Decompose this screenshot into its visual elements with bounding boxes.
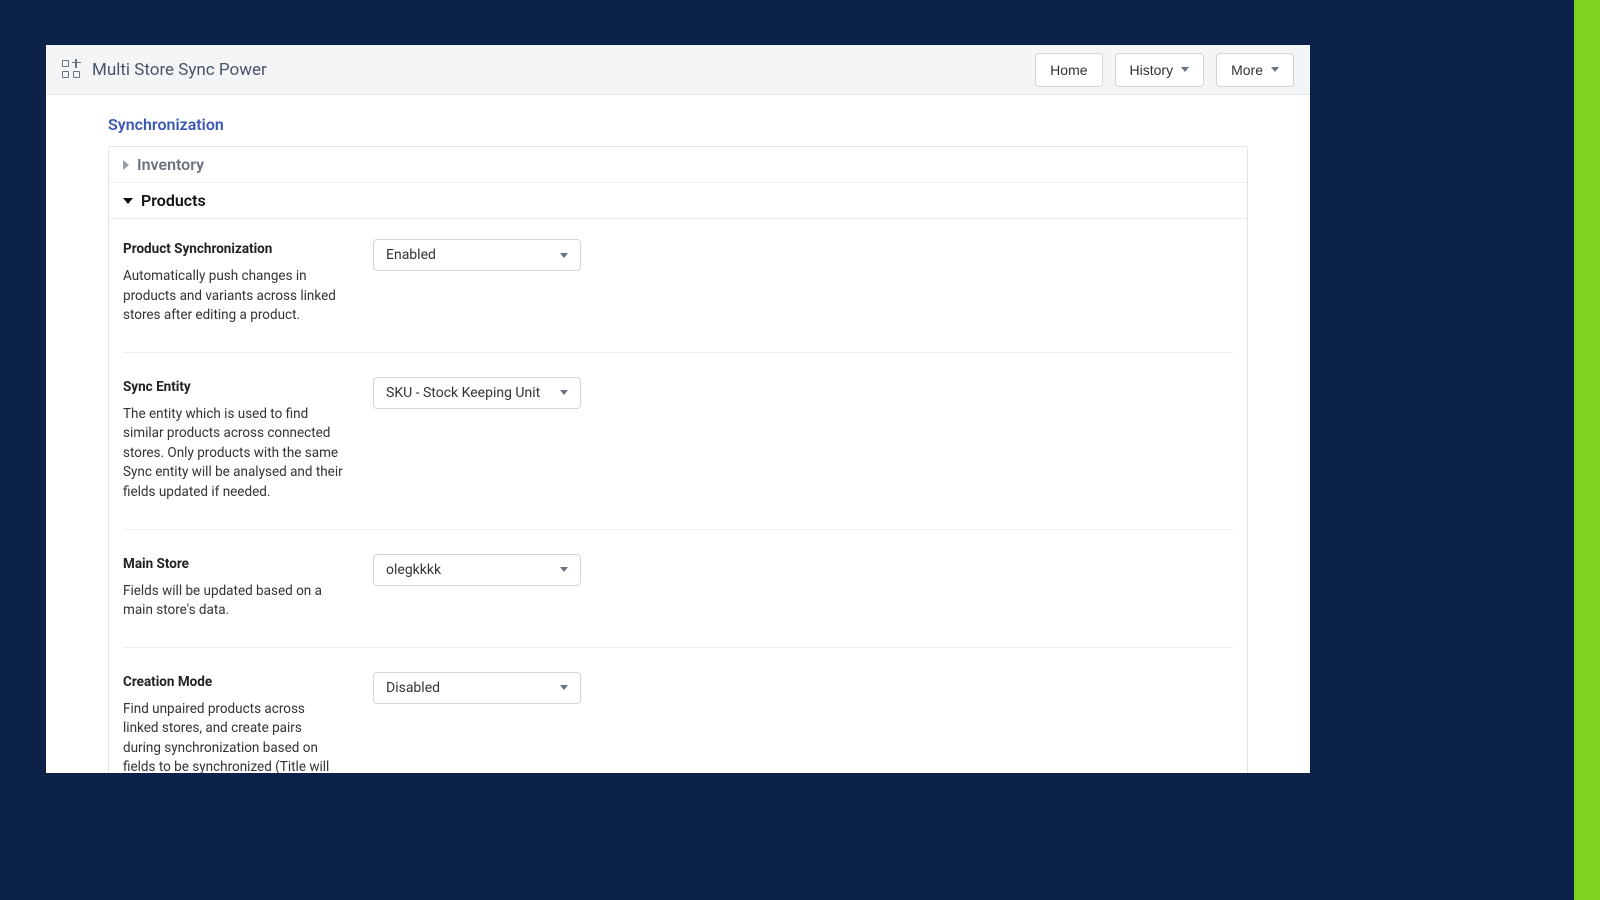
topbar: Multi Store Sync Power Home History More: [46, 45, 1310, 95]
sync-entity-select[interactable]: SKU - Stock Keeping Unit: [373, 377, 581, 409]
chevron-down-icon: [1181, 67, 1189, 72]
setting-main-store-desc: Fields will be updated based on a main s…: [123, 582, 343, 621]
apps-grid-icon: [62, 60, 82, 80]
topbar-actions: Home History More: [1035, 53, 1294, 87]
chevron-down-icon: [560, 253, 568, 258]
chevron-down-icon: [560, 390, 568, 395]
setting-sync-entity: Sync Entity The entity which is used to …: [123, 353, 1233, 530]
more-button[interactable]: More: [1216, 53, 1294, 87]
setting-sync-entity-desc: The entity which is used to find similar…: [123, 405, 343, 503]
creation-mode-select[interactable]: Disabled: [373, 672, 581, 704]
home-button[interactable]: Home: [1035, 53, 1102, 87]
app-title: Multi Store Sync Power: [92, 60, 267, 80]
page-title: Synchronization: [108, 115, 1248, 134]
history-button-label: History: [1130, 62, 1174, 78]
chevron-right-icon: [123, 160, 129, 170]
setting-creation-mode-desc: Find unpaired products across linked sto…: [123, 700, 343, 773]
settings-panel: Inventory Products Product Synchronizati…: [108, 146, 1248, 773]
page-accent-stripe: [1574, 0, 1600, 900]
history-button[interactable]: History: [1115, 53, 1205, 87]
setting-creation-mode: Creation Mode Find unpaired products acr…: [123, 648, 1233, 773]
setting-creation-mode-title: Creation Mode: [123, 674, 343, 690]
section-products-body: Product Synchronization Automatically pu…: [109, 219, 1247, 773]
section-products-label: Products: [141, 191, 206, 210]
section-inventory-label: Inventory: [137, 155, 204, 174]
setting-main-store: Main Store Fields will be updated based …: [123, 530, 1233, 648]
creation-mode-select-value: Disabled: [386, 680, 440, 696]
chevron-down-icon: [560, 685, 568, 690]
chevron-down-icon: [560, 567, 568, 572]
home-button-label: Home: [1050, 62, 1087, 78]
main-store-select-value: olegkkkk: [386, 562, 441, 578]
content-area: Synchronization Inventory Products Produ…: [46, 95, 1310, 773]
sync-entity-select-value: SKU - Stock Keeping Unit: [386, 385, 540, 401]
topbar-brand: Multi Store Sync Power: [62, 60, 267, 80]
app-window: Multi Store Sync Power Home History More…: [46, 45, 1310, 773]
setting-product-sync-desc: Automatically push changes in products a…: [123, 267, 343, 326]
setting-product-sync-title: Product Synchronization: [123, 241, 343, 257]
main-store-select[interactable]: olegkkkk: [373, 554, 581, 586]
product-sync-select[interactable]: Enabled: [373, 239, 581, 271]
section-products-header[interactable]: Products: [109, 183, 1247, 219]
chevron-down-icon: [123, 198, 133, 204]
more-button-label: More: [1231, 62, 1263, 78]
chevron-down-icon: [1271, 67, 1279, 72]
product-sync-select-value: Enabled: [386, 247, 436, 263]
setting-main-store-title: Main Store: [123, 556, 343, 572]
section-inventory-header[interactable]: Inventory: [109, 147, 1247, 183]
setting-sync-entity-title: Sync Entity: [123, 379, 343, 395]
setting-product-sync: Product Synchronization Automatically pu…: [123, 223, 1233, 353]
